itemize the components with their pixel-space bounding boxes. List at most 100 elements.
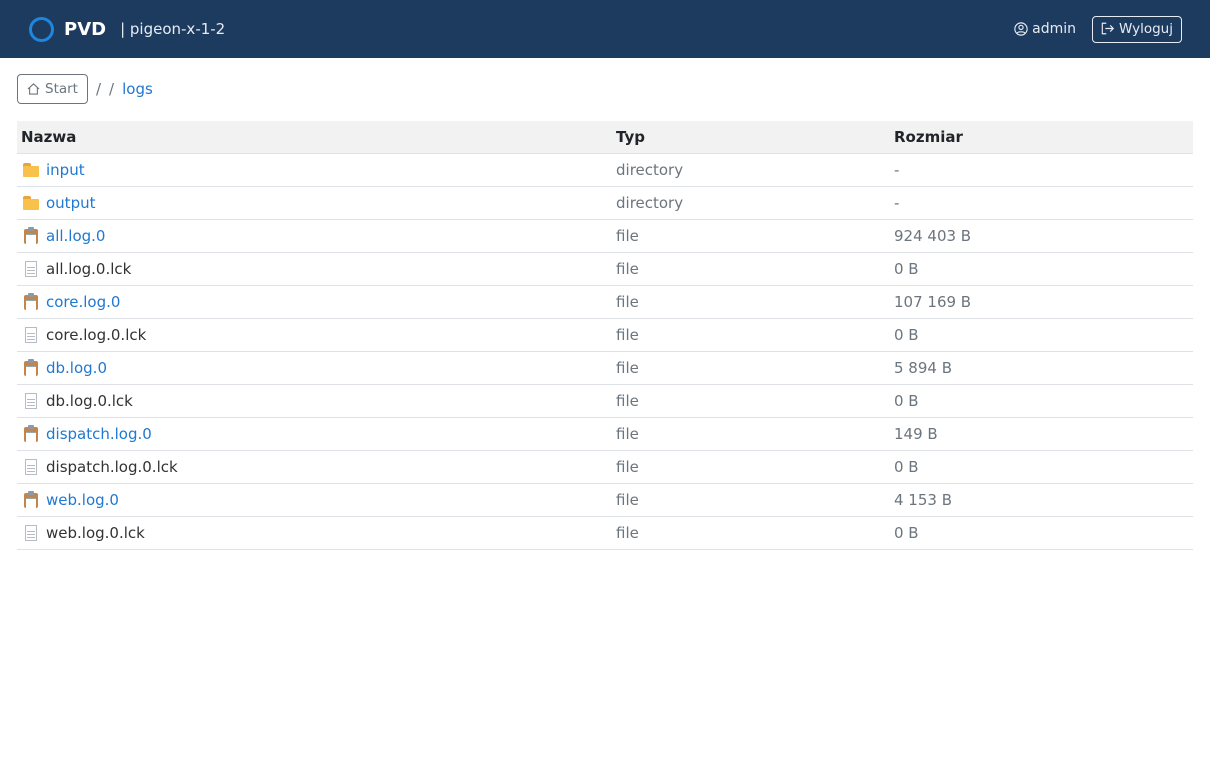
clipboard-icon xyxy=(21,490,42,510)
column-header-size[interactable]: Rozmiar xyxy=(890,121,1193,154)
clip-part xyxy=(28,491,34,495)
cell-size: 0 B xyxy=(890,450,1193,484)
cell-size: - xyxy=(890,186,1193,220)
cell-type: file xyxy=(612,417,890,451)
table-header-row: Nazwa Typ Rozmiar xyxy=(17,121,1193,154)
cell-type: file xyxy=(612,450,890,484)
table-row[interactable]: core.log.0 file 107 169 B xyxy=(17,285,1193,319)
column-header-name[interactable]: Nazwa xyxy=(17,121,612,154)
table-row[interactable]: core.log.0.lck file 0 B xyxy=(17,318,1193,352)
file-link[interactable]: all.log.0 xyxy=(46,227,105,245)
nav-right: admin Wyloguj xyxy=(1014,15,1182,43)
cell-type: directory xyxy=(612,186,890,220)
cell-type: file xyxy=(612,252,890,286)
file-name: core.log.0.lck xyxy=(46,326,147,344)
clipboard-icon xyxy=(21,292,42,312)
cell-name: core.log.0.lck xyxy=(17,318,612,352)
name-cell: core.log.0 xyxy=(21,292,608,312)
user-menu[interactable]: admin xyxy=(1014,21,1076,37)
file-name: dispatch.log.0.lck xyxy=(46,458,178,476)
file-link[interactable]: input xyxy=(46,161,85,179)
logout-icon xyxy=(1101,22,1119,35)
table-row[interactable]: input directory - xyxy=(17,153,1193,187)
file-table: Nazwa Typ Rozmiar input directory - output d… xyxy=(17,121,1193,550)
logout-button[interactable]: Wyloguj xyxy=(1092,15,1182,43)
logout-label: Wyloguj xyxy=(1119,20,1173,37)
table-row[interactable]: output directory - xyxy=(17,186,1193,220)
cell-name: input xyxy=(17,153,612,187)
host-name: | pigeon-x-1-2 xyxy=(120,20,226,38)
folder-icon xyxy=(21,193,42,213)
file-link[interactable]: core.log.0 xyxy=(46,293,120,311)
brand[interactable]: PVD | pigeon-x-1-2 xyxy=(29,16,226,42)
name-cell: db.log.0 xyxy=(21,358,608,378)
cell-size: 924 403 B xyxy=(890,219,1193,253)
breadcrumb: Start / / logs xyxy=(17,74,153,104)
cell-name: dispatch.log.0.lck xyxy=(17,450,612,484)
page-icon xyxy=(21,523,42,543)
table-row[interactable]: dispatch.log.0 file 149 B xyxy=(17,417,1193,451)
user-circle-icon xyxy=(1014,22,1032,36)
name-cell: web.log.0.lck xyxy=(21,523,608,543)
page-icon xyxy=(21,457,42,477)
cell-size: 0 B xyxy=(890,318,1193,352)
page-icon xyxy=(21,391,42,411)
cell-size: 0 B xyxy=(890,252,1193,286)
name-cell: dispatch.log.0 xyxy=(21,424,608,444)
file-link[interactable]: dispatch.log.0 xyxy=(46,425,152,443)
cell-type: file xyxy=(612,516,890,550)
file-link[interactable]: output xyxy=(46,194,95,212)
cell-type: file xyxy=(612,285,890,319)
cell-size: 0 B xyxy=(890,384,1193,418)
name-cell: input xyxy=(21,160,608,180)
breadcrumb-logs-link[interactable]: logs xyxy=(122,80,153,98)
clipboard-icon xyxy=(21,358,42,378)
clip-part xyxy=(28,425,34,429)
cell-type: directory xyxy=(612,153,890,187)
name-cell: all.log.0.lck xyxy=(21,259,608,279)
cell-size: 4 153 B xyxy=(890,483,1193,517)
file-rows: input directory - output directory - all.log.0… xyxy=(17,153,1193,550)
table-row[interactable]: dispatch.log.0.lck file 0 B xyxy=(17,450,1193,484)
cell-size: 149 B xyxy=(890,417,1193,451)
cell-type: file xyxy=(612,483,890,517)
breadcrumb-separator: / xyxy=(95,80,102,98)
table-row[interactable]: db.log.0 file 5 894 B xyxy=(17,351,1193,385)
start-button[interactable]: Start xyxy=(17,74,88,104)
cell-type: file xyxy=(612,351,890,385)
name-cell: web.log.0 xyxy=(21,490,608,510)
cell-name: db.log.0.lck xyxy=(17,384,612,418)
page-icon xyxy=(21,259,42,279)
file-name: all.log.0.lck xyxy=(46,260,132,278)
breadcrumb-separator: / xyxy=(109,80,115,98)
cell-size: 5 894 B xyxy=(890,351,1193,385)
cell-size: 0 B xyxy=(890,516,1193,550)
file-name: db.log.0.lck xyxy=(46,392,133,410)
cell-name: all.log.0.lck xyxy=(17,252,612,286)
page-icon xyxy=(21,325,42,345)
cell-type: file xyxy=(612,219,890,253)
table-row[interactable]: web.log.0.lck file 0 B xyxy=(17,516,1193,550)
cell-name: all.log.0 xyxy=(17,219,612,253)
cell-name: output xyxy=(17,186,612,220)
cell-size: - xyxy=(890,153,1193,187)
home-icon xyxy=(27,83,45,95)
cell-name: core.log.0 xyxy=(17,285,612,319)
folder-icon xyxy=(21,160,42,180)
table-row[interactable]: all.log.0 file 924 403 B xyxy=(17,219,1193,253)
name-cell: core.log.0.lck xyxy=(21,325,608,345)
name-cell: db.log.0.lck xyxy=(21,391,608,411)
start-label: Start xyxy=(45,81,78,97)
column-header-type[interactable]: Typ xyxy=(612,121,890,154)
table-row[interactable]: all.log.0.lck file 0 B xyxy=(17,252,1193,286)
cell-type: file xyxy=(612,318,890,352)
file-link[interactable]: db.log.0 xyxy=(46,359,107,377)
table-row[interactable]: web.log.0 file 4 153 B xyxy=(17,483,1193,517)
name-cell: all.log.0 xyxy=(21,226,608,246)
clip-part xyxy=(28,293,34,297)
file-link[interactable]: web.log.0 xyxy=(46,491,119,509)
cell-name: dispatch.log.0 xyxy=(17,417,612,451)
table-row[interactable]: db.log.0.lck file 0 B xyxy=(17,384,1193,418)
clipboard-icon xyxy=(21,226,42,246)
clipboard-icon xyxy=(21,424,42,444)
